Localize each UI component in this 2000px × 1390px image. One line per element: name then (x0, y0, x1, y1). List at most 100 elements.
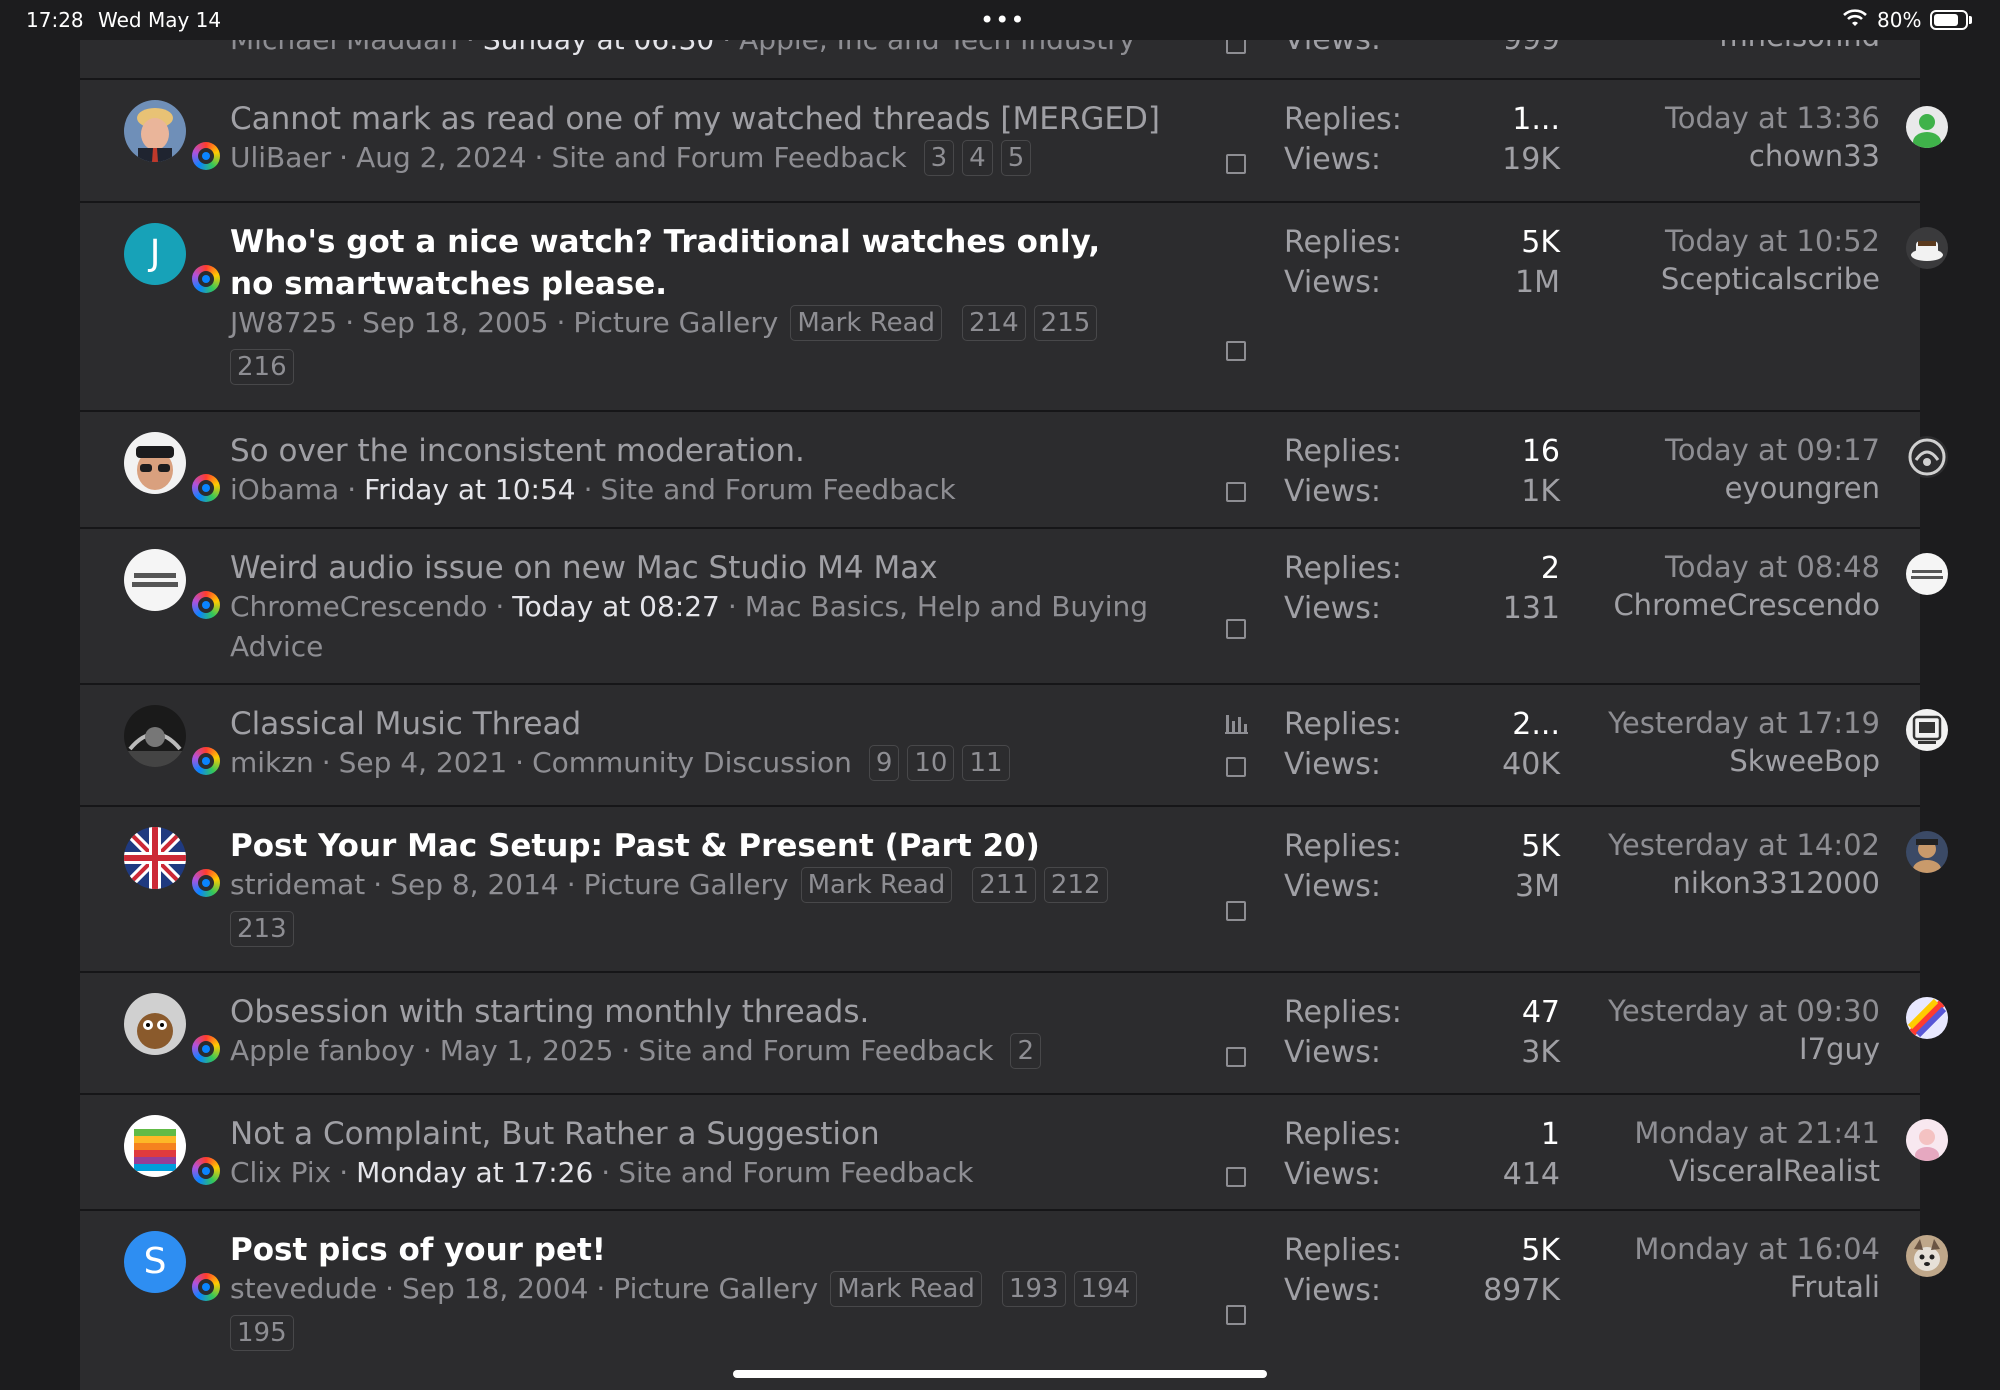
thread-title[interactable]: Weird audio issue on new Mac Studio M4 M… (230, 547, 1150, 589)
user-avatar[interactable] (124, 827, 186, 889)
thread-row[interactable]: Weird audio issue on new Mac Studio M4 M… (80, 527, 1948, 683)
thread-author[interactable]: mikzn (230, 746, 314, 779)
select-checkbox[interactable] (1226, 757, 1246, 777)
thread-title[interactable]: Who's got a nice watch? Traditional watc… (230, 221, 1150, 305)
page-link[interactable]: 4 (962, 140, 993, 176)
thread-title[interactable]: Classical Music Thread (230, 703, 1150, 745)
thread-row[interactable]: Obsession with starting monthly threads.… (80, 971, 1948, 1093)
page-link[interactable]: 215 (1033, 305, 1098, 341)
thread-date[interactable]: Sep 8, 2014 (390, 868, 559, 901)
thread-author[interactable]: Apple fanboy (230, 1034, 415, 1067)
thread-title[interactable]: Post Your Mac Setup: Past & Present (Par… (230, 825, 1150, 867)
last-post-time[interactable]: Yesterday at 17:19 (1500, 703, 1880, 743)
last-poster[interactable]: nikon3312000 (1500, 863, 1880, 903)
last-poster-avatar[interactable] (1906, 1119, 1948, 1161)
select-checkbox[interactable] (1226, 619, 1246, 639)
multitask-dots-icon[interactable]: ••• (980, 6, 1025, 34)
page-link[interactable]: 214 (962, 305, 1026, 341)
last-poster[interactable]: Scepticalscribe (1500, 259, 1880, 299)
page-link[interactable]: 211 (972, 867, 1036, 903)
thread-author[interactable]: JW8725 (230, 306, 337, 339)
home-indicator[interactable] (733, 1370, 1267, 1378)
last-poster[interactable]: eyoungren (1500, 468, 1880, 508)
user-avatar[interactable]: S (124, 1231, 186, 1293)
thread-author[interactable]: UliBaer (230, 141, 331, 174)
last-poster[interactable]: Frutali (1500, 1267, 1880, 1307)
thread-author[interactable]: Clix Pix (230, 1156, 331, 1189)
user-avatar[interactable] (124, 1115, 186, 1177)
thread-date[interactable]: Sep 18, 2004 (402, 1272, 588, 1305)
last-poster-avatar[interactable] (1906, 997, 1948, 1039)
thread-title[interactable]: Obsession with starting monthly threads. (230, 991, 1150, 1033)
thread-author[interactable]: stevedude (230, 1272, 377, 1305)
user-avatar[interactable] (124, 432, 186, 494)
thread-row[interactable]: Not a Complaint, But Rather a Suggestion… (80, 1093, 1948, 1209)
last-post-time[interactable]: Yesterday at 14:02 (1500, 825, 1880, 865)
last-poster-avatar[interactable] (1906, 436, 1948, 478)
thread-forum[interactable]: Community Discussion (532, 746, 852, 779)
user-avatar[interactable] (124, 100, 186, 162)
thread-row[interactable]: So over the inconsistent moderation. iOb… (80, 410, 1948, 527)
thread-date[interactable]: Sep 18, 2005 (362, 306, 548, 339)
select-checkbox[interactable] (1226, 341, 1246, 361)
select-checkbox[interactable] (1226, 1305, 1246, 1325)
page-link[interactable]: 5 (1000, 140, 1032, 176)
last-post-time[interactable]: Today at 09:17 (1500, 430, 1880, 470)
page-link[interactable]: 195 (230, 1315, 294, 1351)
last-poster-avatar[interactable] (1906, 553, 1948, 595)
thread-forum[interactable]: Picture Gallery (584, 868, 789, 901)
thread-row[interactable]: J Who's got a nice watch? Traditional wa… (80, 201, 1948, 410)
select-checkbox[interactable] (1226, 1167, 1246, 1187)
mark-read-button[interactable]: Mark Read (790, 305, 943, 341)
last-poster-avatar[interactable] (1906, 831, 1948, 873)
select-checkbox[interactable] (1226, 1047, 1246, 1067)
last-poster[interactable]: I7guy (1500, 1029, 1880, 1069)
thread-date[interactable]: Friday at 10:54 (364, 473, 576, 506)
last-poster-avatar[interactable] (1906, 227, 1948, 269)
page-link[interactable]: 216 (230, 349, 294, 385)
user-avatar[interactable]: J (124, 223, 186, 285)
thread-row[interactable]: S Post pics of your pet! stevedude · Sep 1… (80, 1209, 1948, 1379)
thread-date[interactable]: Today at 08:27 (512, 590, 720, 623)
page-link[interactable]: 9 (868, 745, 900, 781)
page-link[interactable]: 193 (1001, 1271, 1066, 1307)
select-checkbox[interactable] (1226, 154, 1246, 174)
select-checkbox[interactable] (1226, 901, 1246, 921)
thread-date[interactable]: Sep 4, 2021 (339, 746, 508, 779)
last-poster-avatar[interactable] (1906, 1235, 1948, 1277)
last-poster[interactable]: chown33 (1500, 136, 1880, 176)
thread-author[interactable]: stridemat (230, 868, 365, 901)
thread-title[interactable]: Cannot mark as read one of my watched th… (230, 98, 1160, 140)
last-post-time[interactable]: Today at 08:48 (1500, 547, 1880, 587)
thread-row[interactable]: Classical Music Thread mikzn · Sep 4, 2021… (80, 683, 1948, 805)
page-link[interactable]: 10 (907, 745, 955, 781)
page-link[interactable]: 3 (923, 140, 955, 176)
thread-author[interactable]: iObama (230, 473, 339, 506)
last-post-time[interactable]: Today at 10:52 (1500, 221, 1880, 261)
thread-author[interactable]: ChromeCrescendo (230, 590, 487, 623)
thread-forum[interactable]: Site and Forum Feedback (601, 473, 956, 506)
last-post-time[interactable]: Monday at 21:41 (1500, 1113, 1880, 1153)
thread-date[interactable]: Monday at 17:26 (356, 1156, 593, 1189)
last-post-time[interactable]: Monday at 16:04 (1500, 1229, 1880, 1269)
last-post-time[interactable]: Today at 13:36 (1500, 98, 1880, 138)
page-link[interactable]: 212 (1043, 867, 1108, 903)
page-link[interactable]: 11 (962, 745, 1010, 781)
thread-title[interactable]: Post pics of your pet! (230, 1229, 1150, 1271)
mark-read-button[interactable]: Mark Read (800, 867, 953, 903)
last-poster[interactable]: VisceralRealist (1500, 1151, 1880, 1191)
page-link[interactable]: 2 (1010, 1033, 1042, 1069)
thread-forum[interactable]: Picture Gallery (613, 1272, 818, 1305)
last-poster-avatar[interactable] (1906, 106, 1948, 148)
thread-forum[interactable]: Picture Gallery (573, 306, 778, 339)
user-avatar[interactable] (124, 549, 186, 611)
last-poster[interactable]: SkweeBop (1500, 741, 1880, 781)
select-checkbox[interactable] (1226, 482, 1246, 502)
thread-forum[interactable]: Site and Forum Feedback (638, 1034, 993, 1067)
last-poster[interactable]: ChromeCrescendo (1500, 585, 1880, 625)
thread-forum[interactable]: Site and Forum Feedback (551, 141, 906, 174)
mark-read-button[interactable]: Mark Read (830, 1271, 982, 1307)
page-link[interactable]: 213 (230, 911, 294, 947)
thread-title[interactable]: Not a Complaint, But Rather a Suggestion (230, 1113, 1150, 1155)
user-avatar[interactable] (124, 993, 186, 1055)
